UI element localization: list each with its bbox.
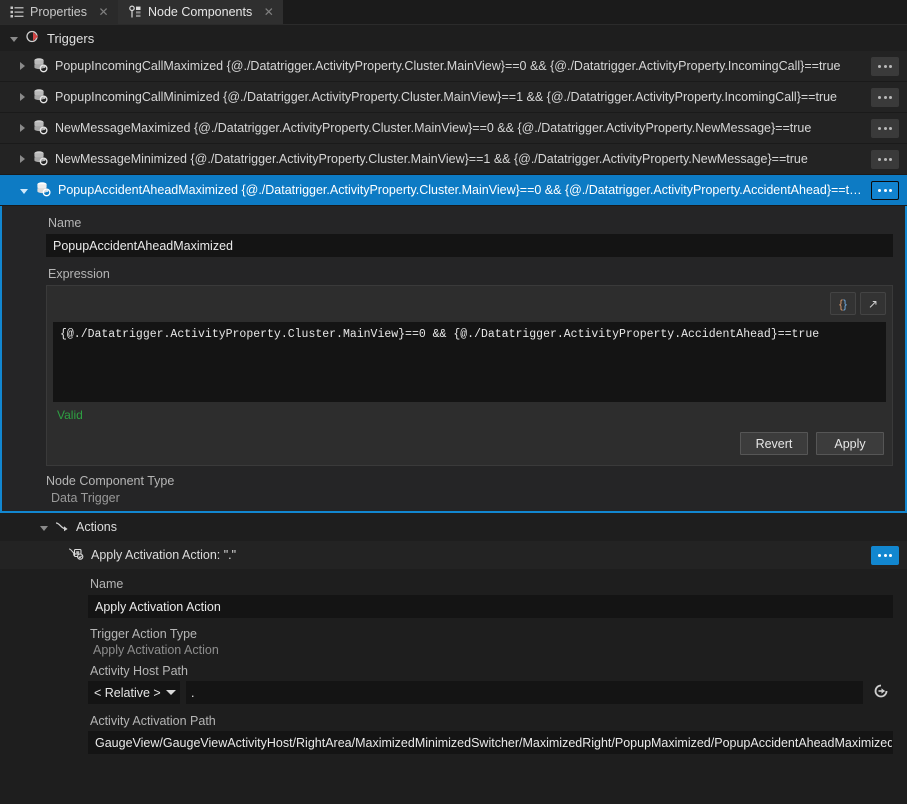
action-row-label: Apply Activation Action: "." <box>91 548 864 562</box>
trigger-name: PopupIncomingCallMinimized <box>55 90 220 104</box>
table-row[interactable]: PopupIncomingCallMinimized {@./Datatrigg… <box>0 82 907 113</box>
trigger-name: PopupAccidentAheadMaximized <box>58 183 238 197</box>
braces-button[interactable]: {} <box>830 292 856 315</box>
chevron-right-icon[interactable] <box>20 93 25 101</box>
trigger-action-type-label: Trigger Action Type <box>90 627 893 641</box>
trigger-expression: {@./Datatrigger.ActivityProperty.Cluster… <box>190 152 807 166</box>
trigger-expression: {@./Datatrigger.ActivityProperty.Cluster… <box>194 121 811 135</box>
action-row[interactable]: Apply Activation Action: "." <box>0 541 907 569</box>
action-name-input-value: Apply Activation Action <box>95 600 221 614</box>
expression-input[interactable]: {@./Datatrigger.ActivityProperty.Cluster… <box>53 322 886 402</box>
trigger-name: NewMessageMaximized <box>55 121 190 135</box>
activity-activation-path-value: GaugeView/GaugeViewActivityHost/RightAre… <box>95 736 893 750</box>
expression-input-value: {@./Datatrigger.ActivityProperty.Cluster… <box>60 328 819 341</box>
trigger-name: PopupIncomingCallMaximized <box>55 59 223 73</box>
activity-host-path-label: Activity Host Path <box>90 664 893 678</box>
chevron-right-icon[interactable] <box>20 62 25 70</box>
node-component-type-value: Data Trigger <box>46 491 893 505</box>
list-icon <box>10 5 24 19</box>
action-detail-panel: Name Apply Activation Action Trigger Act… <box>0 569 907 762</box>
reset-activity-host-path-button[interactable] <box>869 681 893 704</box>
row-menu-button[interactable] <box>871 88 899 107</box>
action-arrow-icon <box>55 519 69 536</box>
table-row[interactable]: NewMessageMaximized {@./Datatrigger.Acti… <box>0 113 907 144</box>
expression-editor: {} ↗ {@./Datatrigger.ActivityProperty.Cl… <box>46 285 893 466</box>
chevron-down-icon[interactable] <box>10 37 18 42</box>
chevron-right-icon[interactable] <box>20 155 25 163</box>
trigger-action-type-group: Trigger Action Type Apply Activation Act… <box>88 627 893 657</box>
table-row-text: NewMessageMaximized {@./Datatrigger.Acti… <box>55 121 864 135</box>
data-trigger-icon <box>32 150 48 169</box>
chevron-down-icon[interactable] <box>40 526 48 531</box>
name-label: Name <box>48 216 893 230</box>
row-menu-button[interactable] <box>871 181 899 200</box>
close-icon[interactable]: ✕ <box>262 6 275 19</box>
table-row-text: PopupAccidentAheadMaximized {@./Datatrig… <box>58 183 864 197</box>
activity-host-path-value: . <box>191 686 194 700</box>
table-row-text: PopupIncomingCallMinimized {@./Datatrigg… <box>55 90 864 104</box>
expand-editor-button[interactable]: ↗ <box>860 292 886 315</box>
name-input[interactable]: PopupAccidentAheadMaximized <box>46 234 893 257</box>
table-row-text: NewMessageMinimized {@./Datatrigger.Acti… <box>55 152 864 166</box>
expression-actions: Revert Apply <box>53 422 886 459</box>
activity-activation-path-label: Activity Activation Path <box>90 714 893 728</box>
row-menu-button[interactable] <box>871 150 899 169</box>
row-menu-button[interactable] <box>871 57 899 76</box>
arrow-up-right-icon: ↗ <box>868 297 878 311</box>
data-trigger-icon <box>32 119 48 138</box>
data-trigger-icon <box>32 57 48 76</box>
apply-button[interactable]: Apply <box>816 432 884 455</box>
activity-activation-path-group: Activity Activation Path GaugeView/Gauge… <box>88 714 893 754</box>
expression-toolbar: {} ↗ <box>53 292 886 315</box>
activity-host-path-input[interactable]: . <box>186 681 863 704</box>
trigger-expression: {@./Datatrigger.ActivityProperty.Cluster… <box>241 183 864 197</box>
node-components-icon <box>128 5 142 19</box>
expression-group: Expression {} ↗ {@./Datatrigger.Activity… <box>46 267 893 466</box>
trigger-expression: {@./Datatrigger.ActivityProperty.Cluster… <box>227 59 841 73</box>
validation-status: Valid <box>53 402 886 422</box>
chevron-right-icon[interactable] <box>20 124 25 132</box>
actions-section-header[interactable]: Actions <box>0 513 907 541</box>
activity-host-path-group: Activity Host Path < Relative > . <box>88 664 893 704</box>
table-row[interactable]: NewMessageMinimized {@./Datatrigger.Acti… <box>0 144 907 175</box>
tab-properties-label: Properties <box>30 5 87 19</box>
trigger-circle-icon <box>25 29 40 47</box>
close-icon[interactable]: ✕ <box>97 6 110 19</box>
action-name-input[interactable]: Apply Activation Action <box>88 595 893 618</box>
reset-circle-arrow-icon <box>872 682 890 703</box>
apply-activation-icon <box>68 546 84 565</box>
triggers-section-header[interactable]: Triggers <box>0 25 907 51</box>
trigger-action-type-value: Apply Activation Action <box>88 643 893 657</box>
activity-host-path-mode-value: < Relative > <box>94 686 161 700</box>
tab-node-components[interactable]: Node Components ✕ <box>118 0 283 24</box>
tab-bar: Properties ✕ Node Components ✕ <box>0 0 907 25</box>
data-trigger-icon <box>32 88 48 107</box>
activity-host-path-mode-select[interactable]: < Relative > <box>88 681 180 704</box>
actions-section-title: Actions <box>76 520 117 534</box>
data-trigger-icon <box>35 181 51 200</box>
action-name-label: Name <box>90 577 893 591</box>
activity-activation-path-input[interactable]: GaugeView/GaugeViewActivityHost/RightAre… <box>88 731 893 754</box>
node-component-type-label: Node Component Type <box>46 474 893 488</box>
trigger-expression: {@./Datatrigger.ActivityProperty.Cluster… <box>223 90 837 104</box>
action-menu-button[interactable] <box>871 546 899 565</box>
chevron-down-icon[interactable] <box>20 189 28 194</box>
table-row-selected[interactable]: PopupAccidentAheadMaximized {@./Datatrig… <box>0 175 907 206</box>
chevron-down-icon[interactable] <box>166 690 176 695</box>
triggers-section-title: Triggers <box>47 31 94 46</box>
revert-button[interactable]: Revert <box>740 432 808 455</box>
name-input-value: PopupAccidentAheadMaximized <box>53 239 233 253</box>
row-menu-button[interactable] <box>871 119 899 138</box>
table-row-text: PopupIncomingCallMaximized {@./Datatrigg… <box>55 59 864 73</box>
activity-host-path-row: < Relative > . <box>88 681 893 704</box>
trigger-detail-panel: Name PopupAccidentAheadMaximized Express… <box>0 206 907 513</box>
tab-properties[interactable]: Properties ✕ <box>0 0 118 24</box>
tab-node-components-label: Node Components <box>148 5 252 19</box>
expression-label: Expression <box>48 267 893 281</box>
table-row[interactable]: PopupIncomingCallMaximized {@./Datatrigg… <box>0 51 907 82</box>
trigger-name: NewMessageMinimized <box>55 152 187 166</box>
node-component-type-group: Node Component Type Data Trigger <box>46 474 893 505</box>
